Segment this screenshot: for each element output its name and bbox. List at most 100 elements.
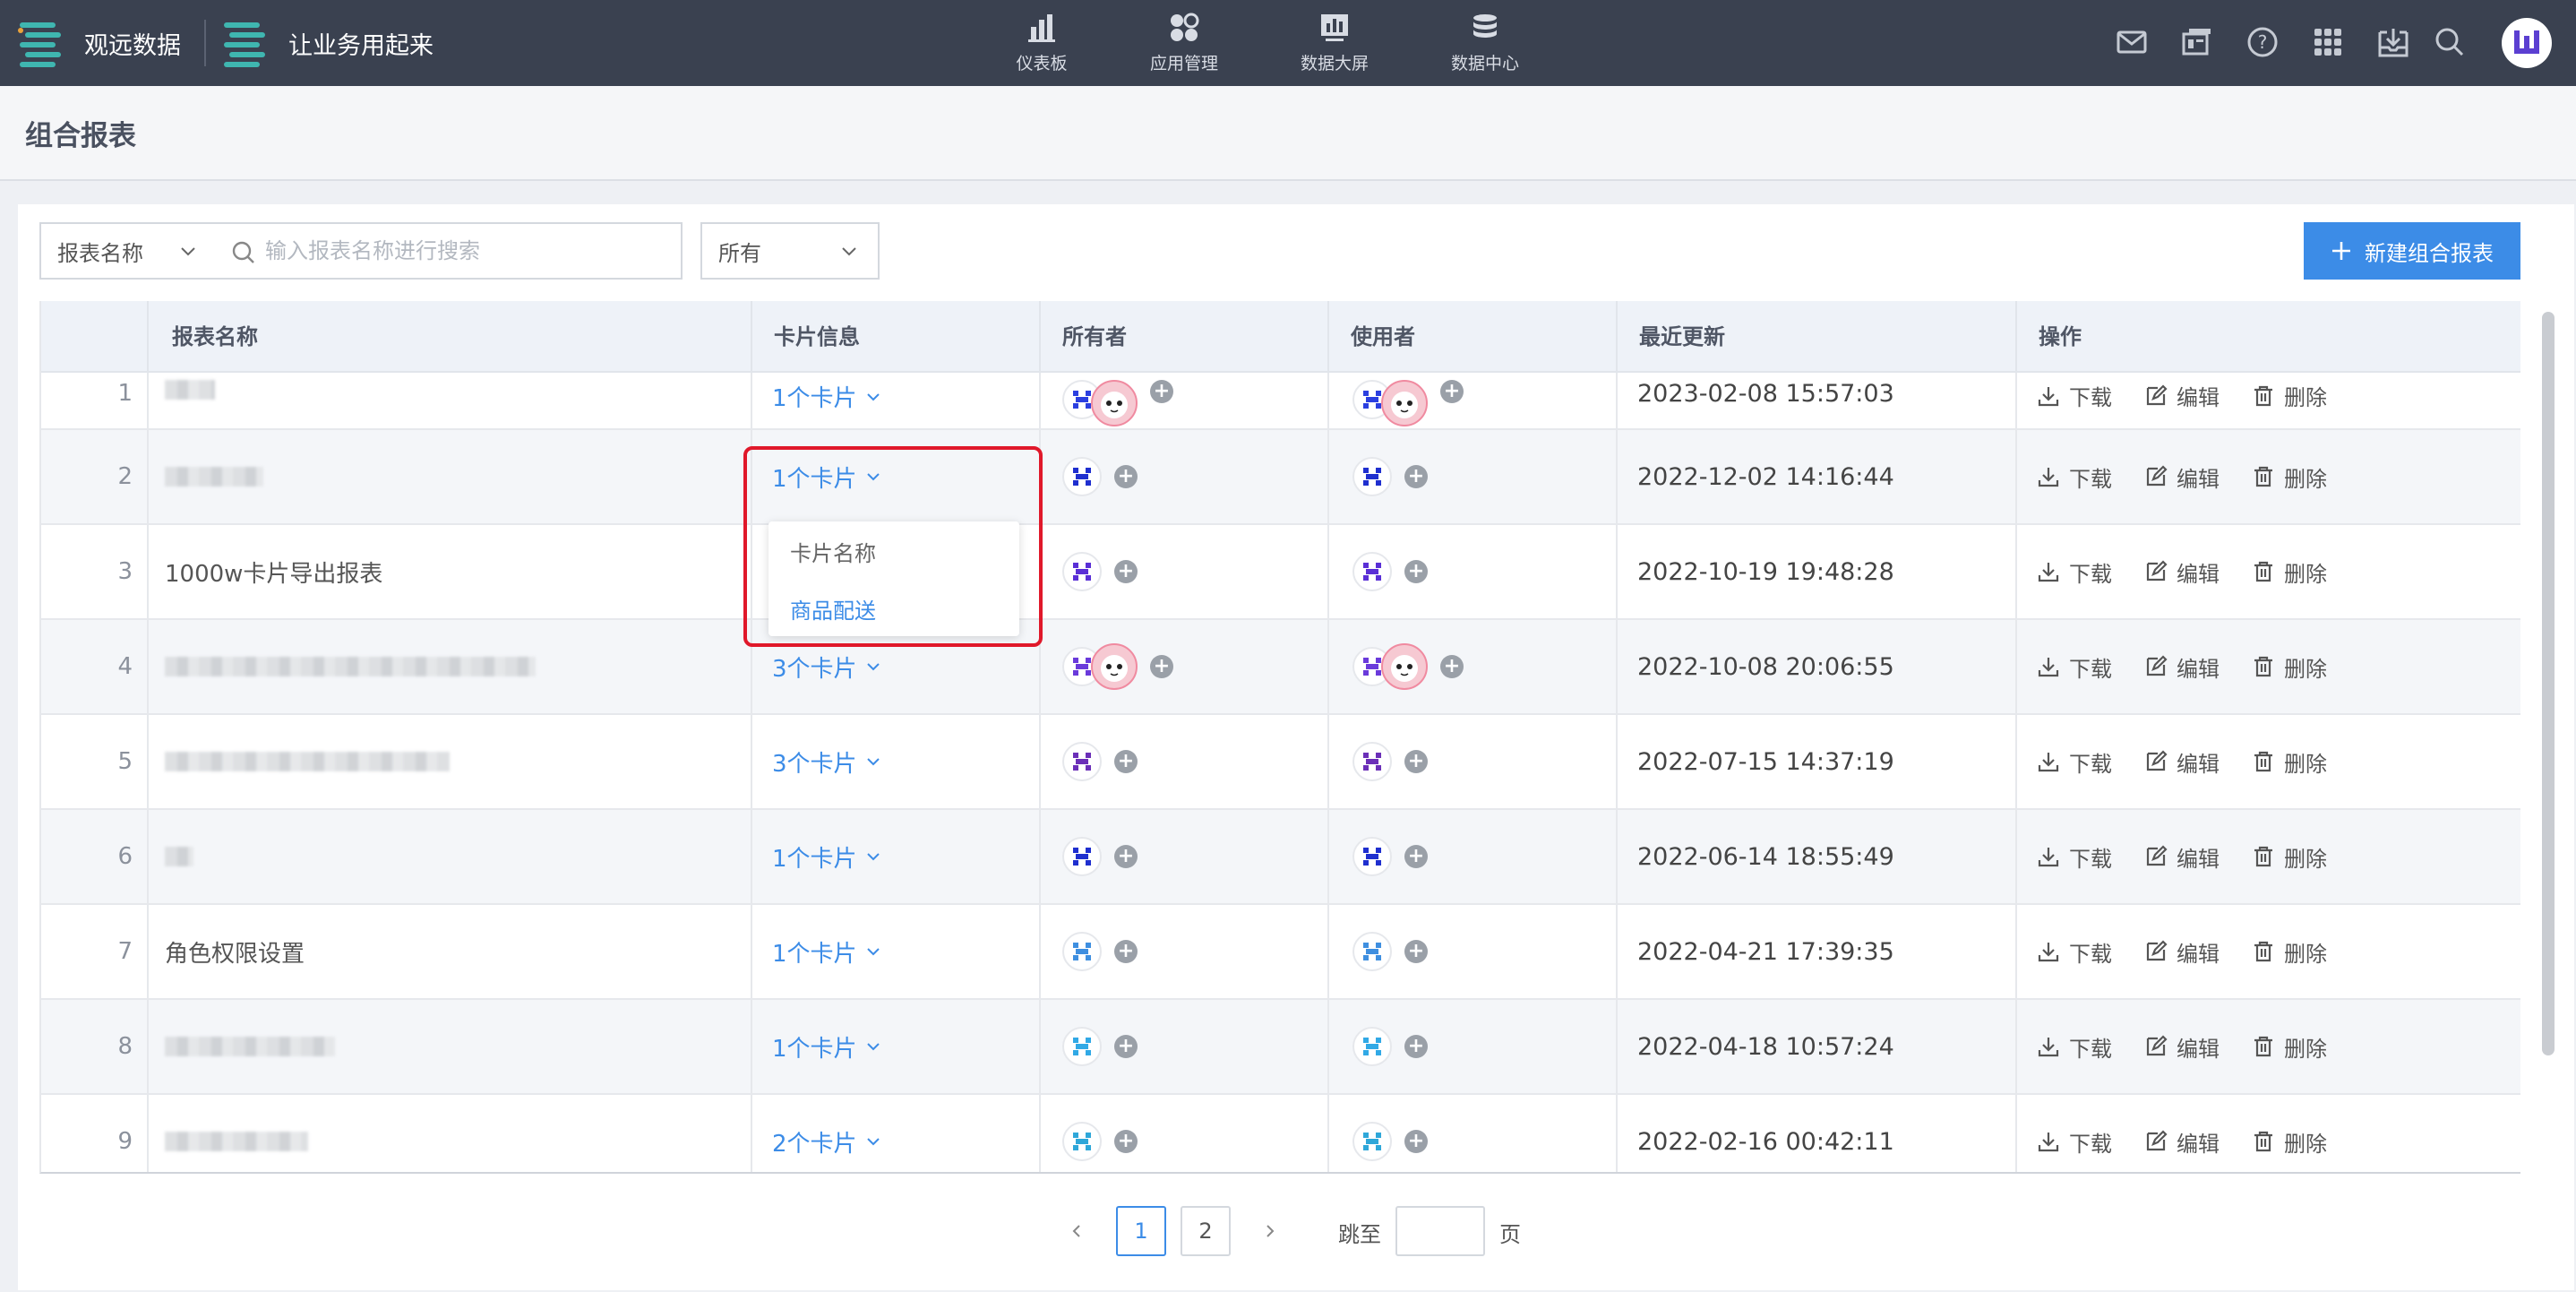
- add-owner-button[interactable]: +: [1114, 750, 1138, 773]
- nav-data-screen[interactable]: 数据大屏: [1297, 0, 1372, 86]
- add-owner-button[interactable]: +: [1114, 1035, 1138, 1058]
- edit-button[interactable]: 编辑: [2144, 746, 2220, 778]
- add-user-button[interactable]: +: [1404, 465, 1428, 488]
- cat-avatar[interactable]: [1091, 643, 1138, 690]
- add-user-button[interactable]: +: [1404, 560, 1428, 583]
- card-count-link[interactable]: 2个卡片: [772, 1125, 882, 1158]
- add-user-button[interactable]: +: [1404, 750, 1428, 773]
- add-user-button[interactable]: +: [1404, 940, 1428, 963]
- add-owner-button[interactable]: +: [1114, 560, 1138, 583]
- avatar[interactable]: [1062, 552, 1102, 591]
- table-scrollbar[interactable]: [2542, 312, 2555, 1055]
- avatar[interactable]: [1062, 457, 1102, 496]
- avatar[interactable]: [1062, 1027, 1102, 1066]
- cat-avatar[interactable]: [1091, 380, 1138, 426]
- delete-button[interactable]: 删除: [2252, 461, 2327, 493]
- announcement-icon[interactable]: [2180, 25, 2214, 59]
- help-icon[interactable]: ?: [2245, 25, 2280, 59]
- field-select[interactable]: 报表名称: [39, 222, 219, 280]
- search-input[interactable]: [217, 224, 681, 278]
- add-owner-button[interactable]: +: [1150, 655, 1173, 678]
- card-count-link[interactable]: 1个卡片: [772, 1030, 882, 1064]
- table-row[interactable]: 8 1个卡片 + +2022-04-18 10:57:24 下载 编辑 删除: [41, 1000, 2520, 1095]
- delete-button[interactable]: 删除: [2252, 1126, 2327, 1158]
- download-button[interactable]: 下载: [2037, 746, 2112, 778]
- add-owner-button[interactable]: +: [1114, 940, 1138, 963]
- download-button[interactable]: 下载: [2037, 936, 2112, 968]
- download-button[interactable]: 下载: [2037, 1126, 2112, 1158]
- edit-button[interactable]: 编辑: [2144, 556, 2220, 588]
- add-owner-button[interactable]: +: [1150, 380, 1173, 403]
- edit-button[interactable]: 编辑: [2144, 1031, 2220, 1063]
- table-row[interactable]: 2 1个卡片 + +2022-12-02 14:16:44 下载 编辑 删除: [41, 430, 2520, 525]
- delete-button[interactable]: 删除: [2252, 1031, 2327, 1063]
- search-icon[interactable]: [2433, 25, 2467, 59]
- goto-page-input[interactable]: [1395, 1206, 1485, 1256]
- download-button[interactable]: 下载: [2037, 556, 2112, 588]
- cat-avatar[interactable]: [1381, 643, 1428, 690]
- add-user-button[interactable]: +: [1404, 1035, 1428, 1058]
- table-row[interactable]: 3 1000w卡片导出报表 + +2022-10-19 19:48:28 下载 编辑 删除: [41, 525, 2520, 620]
- nav-dashboard[interactable]: 仪表板: [1012, 0, 1071, 86]
- table-row[interactable]: 4 3个卡片 + +2022-10-08 20:06:55 下载 编辑 删除: [41, 620, 2520, 715]
- user-avatar[interactable]: [2502, 18, 2552, 68]
- add-user-button[interactable]: +: [1404, 1130, 1428, 1153]
- download-button[interactable]: 下载: [2037, 461, 2112, 493]
- page-button-2[interactable]: 2: [1181, 1206, 1231, 1256]
- delete-button[interactable]: 删除: [2252, 380, 2327, 411]
- table-row[interactable]: 1 1个卡片 + +2023-02-08 15:57:03 下载 编辑 删除: [41, 373, 2520, 430]
- card-count-link[interactable]: 1个卡片: [772, 935, 882, 969]
- avatar[interactable]: [1352, 742, 1392, 781]
- avatar[interactable]: [1062, 742, 1102, 781]
- card-count-link[interactable]: 3个卡片: [772, 745, 882, 779]
- add-owner-button[interactable]: +: [1114, 465, 1138, 488]
- edit-button[interactable]: 编辑: [2144, 841, 2220, 873]
- delete-button[interactable]: 删除: [2252, 841, 2327, 873]
- new-combined-report-button[interactable]: 新建组合报表: [2304, 222, 2520, 280]
- avatar[interactable]: [1062, 837, 1102, 876]
- add-user-button[interactable]: +: [1440, 380, 1464, 403]
- nav-data-center[interactable]: 数据中心: [1447, 0, 1523, 86]
- add-user-button[interactable]: +: [1440, 655, 1464, 678]
- edit-button[interactable]: 编辑: [2144, 651, 2220, 683]
- scope-select[interactable]: 所有: [700, 222, 880, 280]
- download-button[interactable]: 下载: [2037, 841, 2112, 873]
- page-button-1[interactable]: 1: [1116, 1206, 1166, 1256]
- cat-avatar[interactable]: [1381, 380, 1428, 426]
- add-user-button[interactable]: +: [1404, 845, 1428, 868]
- delete-button[interactable]: 删除: [2252, 746, 2327, 778]
- table-row[interactable]: 6 1个卡片 + +2022-06-14 18:55:49 下载 编辑 删除: [41, 810, 2520, 905]
- grid-icon[interactable]: [2311, 25, 2345, 59]
- brand-tagline[interactable]: 让业务用起来: [222, 0, 434, 86]
- avatar[interactable]: [1352, 1122, 1392, 1161]
- download-tray-icon[interactable]: [2376, 25, 2410, 59]
- avatar[interactable]: [1352, 1027, 1392, 1066]
- edit-button[interactable]: 编辑: [2144, 1126, 2220, 1158]
- next-page-icon[interactable]: [1261, 1219, 1279, 1244]
- avatar[interactable]: [1352, 837, 1392, 876]
- avatar[interactable]: [1062, 932, 1102, 971]
- card-count-link[interactable]: 1个卡片: [772, 840, 882, 874]
- mail-icon[interactable]: [2116, 25, 2150, 59]
- report-name[interactable]: 角色权限设置: [165, 935, 305, 969]
- edit-button[interactable]: 编辑: [2144, 380, 2220, 411]
- download-button[interactable]: 下载: [2037, 1031, 2112, 1063]
- download-button[interactable]: 下载: [2037, 380, 2112, 411]
- report-name[interactable]: 1000w卡片导出报表: [165, 556, 382, 589]
- delete-button[interactable]: 删除: [2252, 936, 2327, 968]
- table-row[interactable]: 7 角色权限设置 1个卡片 + +2022-04-21 17:39:35 下载 编辑 删除: [41, 905, 2520, 1000]
- delete-button[interactable]: 删除: [2252, 556, 2327, 588]
- avatar[interactable]: [1352, 552, 1392, 591]
- nav-app-management[interactable]: 应用管理: [1146, 0, 1222, 86]
- add-owner-button[interactable]: +: [1114, 845, 1138, 868]
- brand-guanyuan[interactable]: 观远数据: [18, 0, 181, 86]
- search-field[interactable]: [217, 222, 683, 280]
- avatar[interactable]: [1062, 1122, 1102, 1161]
- card-count-link[interactable]: 3个卡片: [772, 650, 882, 684]
- download-button[interactable]: 下载: [2037, 651, 2112, 683]
- add-owner-button[interactable]: +: [1114, 1130, 1138, 1153]
- edit-button[interactable]: 编辑: [2144, 936, 2220, 968]
- table-row[interactable]: 9 2个卡片 + +2022-02-16 00:42:11 下载 编辑 删除: [41, 1095, 2520, 1172]
- table-row[interactable]: 5 3个卡片 + +2022-07-15 14:37:19 下载 编辑 删除: [41, 715, 2520, 810]
- avatar[interactable]: [1352, 932, 1392, 971]
